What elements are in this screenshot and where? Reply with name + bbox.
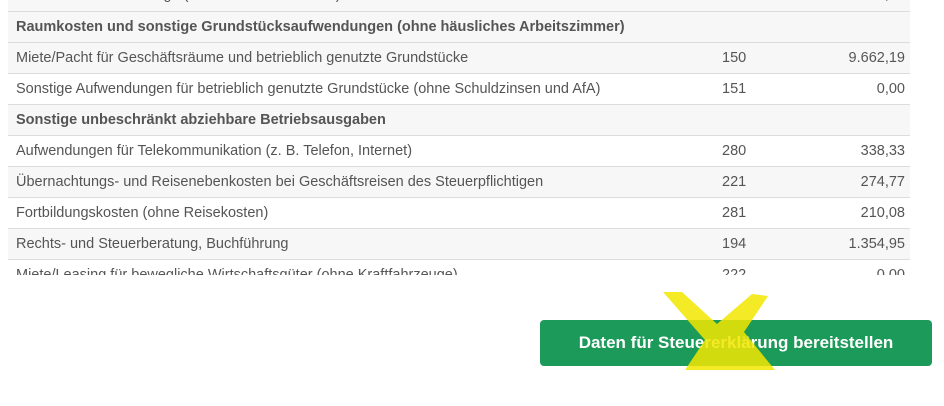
table-row: Miete/Pacht für Geschäftsräume und betri… (8, 42, 910, 74)
row-label: Raumkosten und sonstige Grundstücksaufwe… (8, 11, 714, 43)
row-amount: 0,00 (820, 0, 910, 12)
row-label: Nicht abziehbare Beträge (AV und Restbuc… (8, 0, 714, 12)
table-section-header: Raumkosten und sonstige Grundstücksaufwe… (8, 11, 910, 43)
row-label: Miete/Pacht für Geschäftsräume und betri… (8, 42, 714, 74)
table-row: Miete/Leasing für bewegliche Wirtschafts… (8, 259, 910, 275)
table-section-header: Sonstige unbeschränkt abziehbare Betrieb… (8, 104, 910, 136)
row-code: 280 (714, 135, 820, 167)
row-code: 150 (714, 42, 820, 74)
row-code: 281 (714, 197, 820, 229)
expense-table: Nicht abziehbare Beträge (AV und Restbuc… (8, 0, 910, 275)
provide-tax-data-button[interactable]: Daten für Steuererklärung bereitstellen (540, 320, 932, 366)
table-row: Aufwendungen für Telekommunikation (z. B… (8, 135, 910, 167)
row-code: 221 (714, 166, 820, 198)
table-row: Sonstige Aufwendungen für betrieblich ge… (8, 73, 910, 105)
row-amount: 1.354,95 (820, 228, 910, 260)
row-amount: 0,00 (820, 73, 910, 105)
row-label: Übernachtungs- und Reisenebenkosten bei … (8, 166, 714, 198)
row-amount (820, 104, 910, 136)
row-amount: 9.662,19 (820, 42, 910, 74)
row-label: Fortbildungskosten (ohne Reisekosten) (8, 197, 714, 229)
expense-table-scroll-area[interactable]: Nicht abziehbare Beträge (AV und Restbuc… (0, 0, 910, 275)
row-label: Rechts- und Steuerberatung, Buchführung (8, 228, 714, 260)
table-row: Übernachtungs- und Reisenebenkosten bei … (8, 166, 910, 198)
row-amount (820, 11, 910, 43)
row-amount: 210,08 (820, 197, 910, 229)
row-code (714, 104, 820, 136)
table-row: Fortbildungskosten (ohne Reisekosten) 281… (8, 197, 910, 229)
row-code (714, 11, 820, 43)
row-code: 194 (714, 228, 820, 260)
row-code: 222 (714, 259, 820, 275)
row-code: 159 (714, 0, 820, 12)
row-label: Sonstige Aufwendungen für betrieblich ge… (8, 73, 714, 105)
row-label: Sonstige unbeschränkt abziehbare Betrieb… (8, 104, 714, 136)
row-amount: 274,77 (820, 166, 910, 198)
table-row: Nicht abziehbare Beträge (AV und Restbuc… (8, 0, 910, 12)
row-amount: 0,00 (820, 259, 910, 275)
row-label: Miete/Leasing für bewegliche Wirtschafts… (8, 259, 714, 275)
row-code: 151 (714, 73, 820, 105)
row-label: Aufwendungen für Telekommunikation (z. B… (8, 135, 714, 167)
table-row: Rechts- und Steuerberatung, Buchführung 1… (8, 228, 910, 260)
row-amount: 338,33 (820, 135, 910, 167)
